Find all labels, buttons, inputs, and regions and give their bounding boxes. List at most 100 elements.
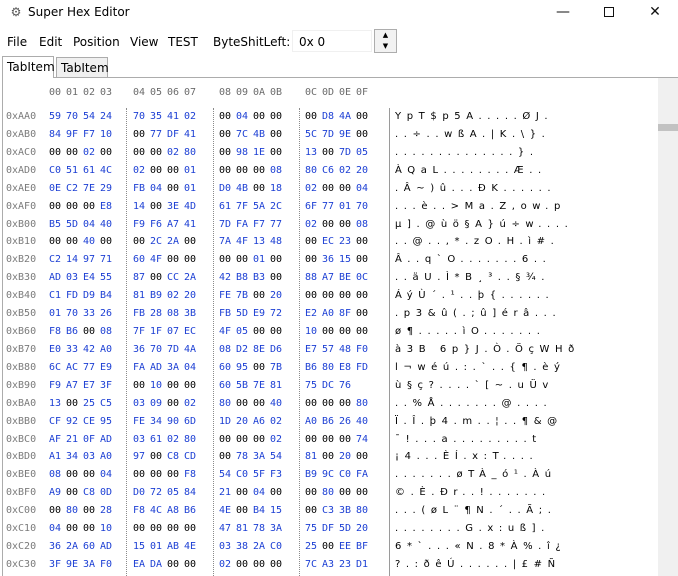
hex-byte[interactable]: 36 xyxy=(322,254,334,265)
hex-byte[interactable]: C8 xyxy=(83,487,95,498)
hex-byte[interactable]: 7F xyxy=(236,201,248,212)
hex-byte[interactable]: F3 xyxy=(270,469,282,480)
hex-byte[interactable]: 02 xyxy=(339,165,351,176)
hex-byte[interactable]: B9 xyxy=(305,469,317,480)
hex-byte[interactable]: 00 xyxy=(305,398,317,409)
hex-byte[interactable]: 00 xyxy=(253,290,265,301)
hex-byte[interactable]: 00 xyxy=(167,523,179,534)
hex-byte[interactable]: 13 xyxy=(253,236,265,247)
hex-byte[interactable]: 02 xyxy=(133,165,145,176)
byte-shift-stepper[interactable]: ▲ ▼ xyxy=(374,29,397,53)
ascii-text[interactable]: ¯!...a.........t xyxy=(395,434,542,445)
hex-byte[interactable]: DA xyxy=(150,559,162,570)
hex-byte[interactable]: E8 xyxy=(100,201,112,212)
hex-byte[interactable]: 00 xyxy=(150,469,162,480)
ascii-text[interactable]: .Â~)û...ÐK...... xyxy=(395,183,556,194)
menu-test[interactable]: TEST xyxy=(168,34,198,50)
hex-byte[interactable]: 00 xyxy=(133,129,145,140)
hex-byte[interactable]: B4 xyxy=(100,290,112,301)
hex-byte[interactable]: 00 xyxy=(100,147,112,158)
hex-byte[interactable]: 05 xyxy=(356,147,368,158)
hex-byte[interactable]: C0 xyxy=(270,541,282,552)
hex-byte[interactable]: 75 xyxy=(305,523,317,534)
hex-byte[interactable]: 21 xyxy=(66,434,78,445)
hex-byte[interactable]: BF xyxy=(356,541,368,552)
hex-byte[interactable]: 84 xyxy=(184,487,196,498)
hex-byte[interactable]: 9E xyxy=(339,129,351,140)
hex-byte[interactable]: 04 xyxy=(236,111,248,122)
hex-byte[interactable]: 20 xyxy=(184,290,196,301)
ascii-text[interactable]: ?.:ðêÚ......|£#Ñ xyxy=(395,559,561,570)
hex-byte[interactable]: AD xyxy=(150,362,162,373)
hex-byte[interactable]: FE xyxy=(133,416,145,427)
hex-byte[interactable]: 00 xyxy=(66,201,78,212)
hex-byte[interactable]: 6C xyxy=(49,362,61,373)
hex-byte[interactable]: 00 xyxy=(253,165,265,176)
hex-byte[interactable]: 00 xyxy=(270,129,282,140)
hex-byte[interactable]: FA xyxy=(356,469,368,480)
hex-byte[interactable]: 02 xyxy=(219,559,231,570)
hex-byte[interactable]: 80 xyxy=(322,362,334,373)
hex-byte[interactable]: 0C xyxy=(356,272,368,283)
hex-byte[interactable]: 3B xyxy=(339,505,351,516)
hex-byte[interactable]: 33 xyxy=(66,344,78,355)
hex-byte[interactable]: 00 xyxy=(167,254,179,265)
ascii-text[interactable]: .......øTÀ_ó¹.Àú xyxy=(395,469,557,480)
hex-byte[interactable]: 23 xyxy=(339,559,351,570)
hex-byte[interactable]: 00 xyxy=(305,487,317,498)
hex-byte[interactable]: 00 xyxy=(339,487,351,498)
hex-byte[interactable]: 10 xyxy=(305,326,317,337)
hex-byte[interactable]: A7 xyxy=(66,380,78,391)
hex-byte[interactable]: D9 xyxy=(83,290,95,301)
hex-byte[interactable]: FD xyxy=(66,290,78,301)
hex-byte[interactable]: 70 xyxy=(356,201,368,212)
hex-byte[interactable]: 00 xyxy=(133,523,145,534)
ascii-text[interactable]: ..............}. xyxy=(395,147,539,158)
hex-byte[interactable]: 4D xyxy=(184,201,196,212)
hex-byte[interactable]: 00 xyxy=(83,326,95,337)
ascii-text[interactable]: à3B 6p}J.Ò.ÖçWHð xyxy=(395,344,580,355)
hex-byte[interactable]: 25 xyxy=(83,398,95,409)
hex-byte[interactable]: 3E xyxy=(167,201,179,212)
hex-byte[interactable]: 00 xyxy=(167,559,179,570)
hex-byte[interactable]: BE xyxy=(339,272,351,283)
hex-byte[interactable]: 13 xyxy=(49,398,61,409)
hex-byte[interactable]: 04 xyxy=(356,183,368,194)
ascii-text[interactable]: .p3&û(.;û]érâ... xyxy=(395,308,561,319)
hex-byte[interactable]: 02 xyxy=(83,147,95,158)
hex-byte[interactable]: A9 xyxy=(49,487,61,498)
hex-byte[interactable]: C1 xyxy=(49,290,61,301)
hex-byte[interactable]: 20 xyxy=(339,451,351,462)
hex-byte[interactable]: AD xyxy=(100,541,112,552)
hex-byte[interactable]: 3A xyxy=(167,362,179,373)
hex-byte[interactable]: 18 xyxy=(270,183,282,194)
hex-byte[interactable]: E9 xyxy=(100,362,112,373)
hex-byte[interactable]: 70 xyxy=(66,111,78,122)
hex-byte[interactable]: B8 xyxy=(236,272,248,283)
hex-byte[interactable]: 00 xyxy=(339,398,351,409)
hex-byte[interactable]: 26 xyxy=(100,308,112,319)
hex-byte[interactable]: 00 xyxy=(219,434,231,445)
menu-file[interactable]: File xyxy=(7,34,27,50)
hex-byte[interactable]: 00 xyxy=(253,559,265,570)
hex-byte[interactable]: 7D xyxy=(339,147,351,158)
ascii-text[interactable]: ©.È.Ðr..!....... xyxy=(395,487,551,498)
hex-byte[interactable]: A3 xyxy=(322,559,334,570)
hex-byte[interactable]: 00 xyxy=(270,147,282,158)
hex-byte[interactable]: 4B xyxy=(236,183,248,194)
hex-byte[interactable]: 81 xyxy=(270,380,282,391)
hex-byte[interactable]: 04 xyxy=(100,469,112,480)
hex-byte[interactable]: 00 xyxy=(305,236,317,247)
hex-byte[interactable]: 02 xyxy=(184,111,196,122)
hex-byte[interactable]: 10 xyxy=(100,129,112,140)
hex-byte[interactable]: 57 xyxy=(322,344,334,355)
vertical-scrollbar[interactable] xyxy=(658,78,678,576)
hex-byte[interactable]: 61 xyxy=(83,165,95,176)
hex-byte[interactable]: 41 xyxy=(184,219,196,230)
hex-byte[interactable]: F8 xyxy=(49,326,61,337)
hex-byte[interactable]: 00 xyxy=(270,272,282,283)
hex-byte[interactable]: D0 xyxy=(133,487,145,498)
hex-byte[interactable]: 02 xyxy=(270,416,282,427)
hex-byte[interactable]: 07 xyxy=(167,326,179,337)
hex-byte[interactable]: 03 xyxy=(133,434,145,445)
